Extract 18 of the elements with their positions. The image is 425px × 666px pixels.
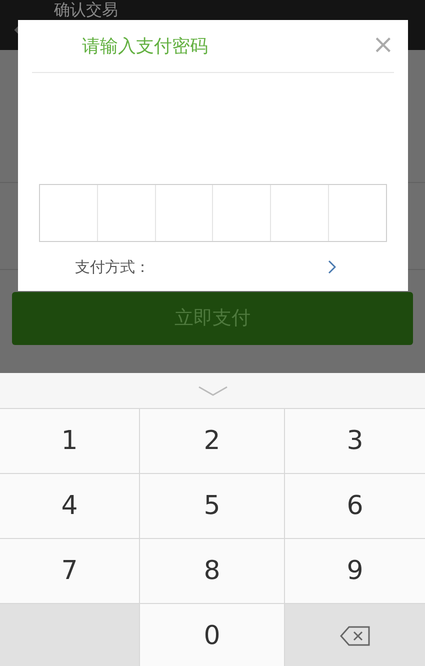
digit-key[interactable]: 2 [140, 408, 285, 473]
digit-key[interactable]: 9 [285, 538, 425, 603]
collapse-icon[interactable] [198, 386, 228, 396]
digit-key[interactable]: 4 [0, 473, 140, 538]
digit-key[interactable]: 3 [285, 408, 425, 473]
digit-key[interactable]: 7 [0, 538, 140, 603]
digit-key[interactable]: 8 [140, 538, 285, 603]
chevron-icon[interactable] [328, 260, 336, 274]
digit-key[interactable]: 5 [140, 473, 285, 538]
dialog-title: 请输入支付密码 [82, 34, 208, 58]
payment-label: 支付方式： [75, 257, 150, 278]
digit-key[interactable]: 1 [0, 408, 140, 473]
digit-key[interactable]: 6 [285, 473, 425, 538]
backspace-icon [340, 626, 370, 646]
digit-key[interactable]: 0 [140, 603, 285, 666]
screen-title: 确认交易 [54, 2, 118, 18]
backspace-key[interactable] [285, 603, 425, 666]
password-field[interactable] [39, 184, 387, 242]
